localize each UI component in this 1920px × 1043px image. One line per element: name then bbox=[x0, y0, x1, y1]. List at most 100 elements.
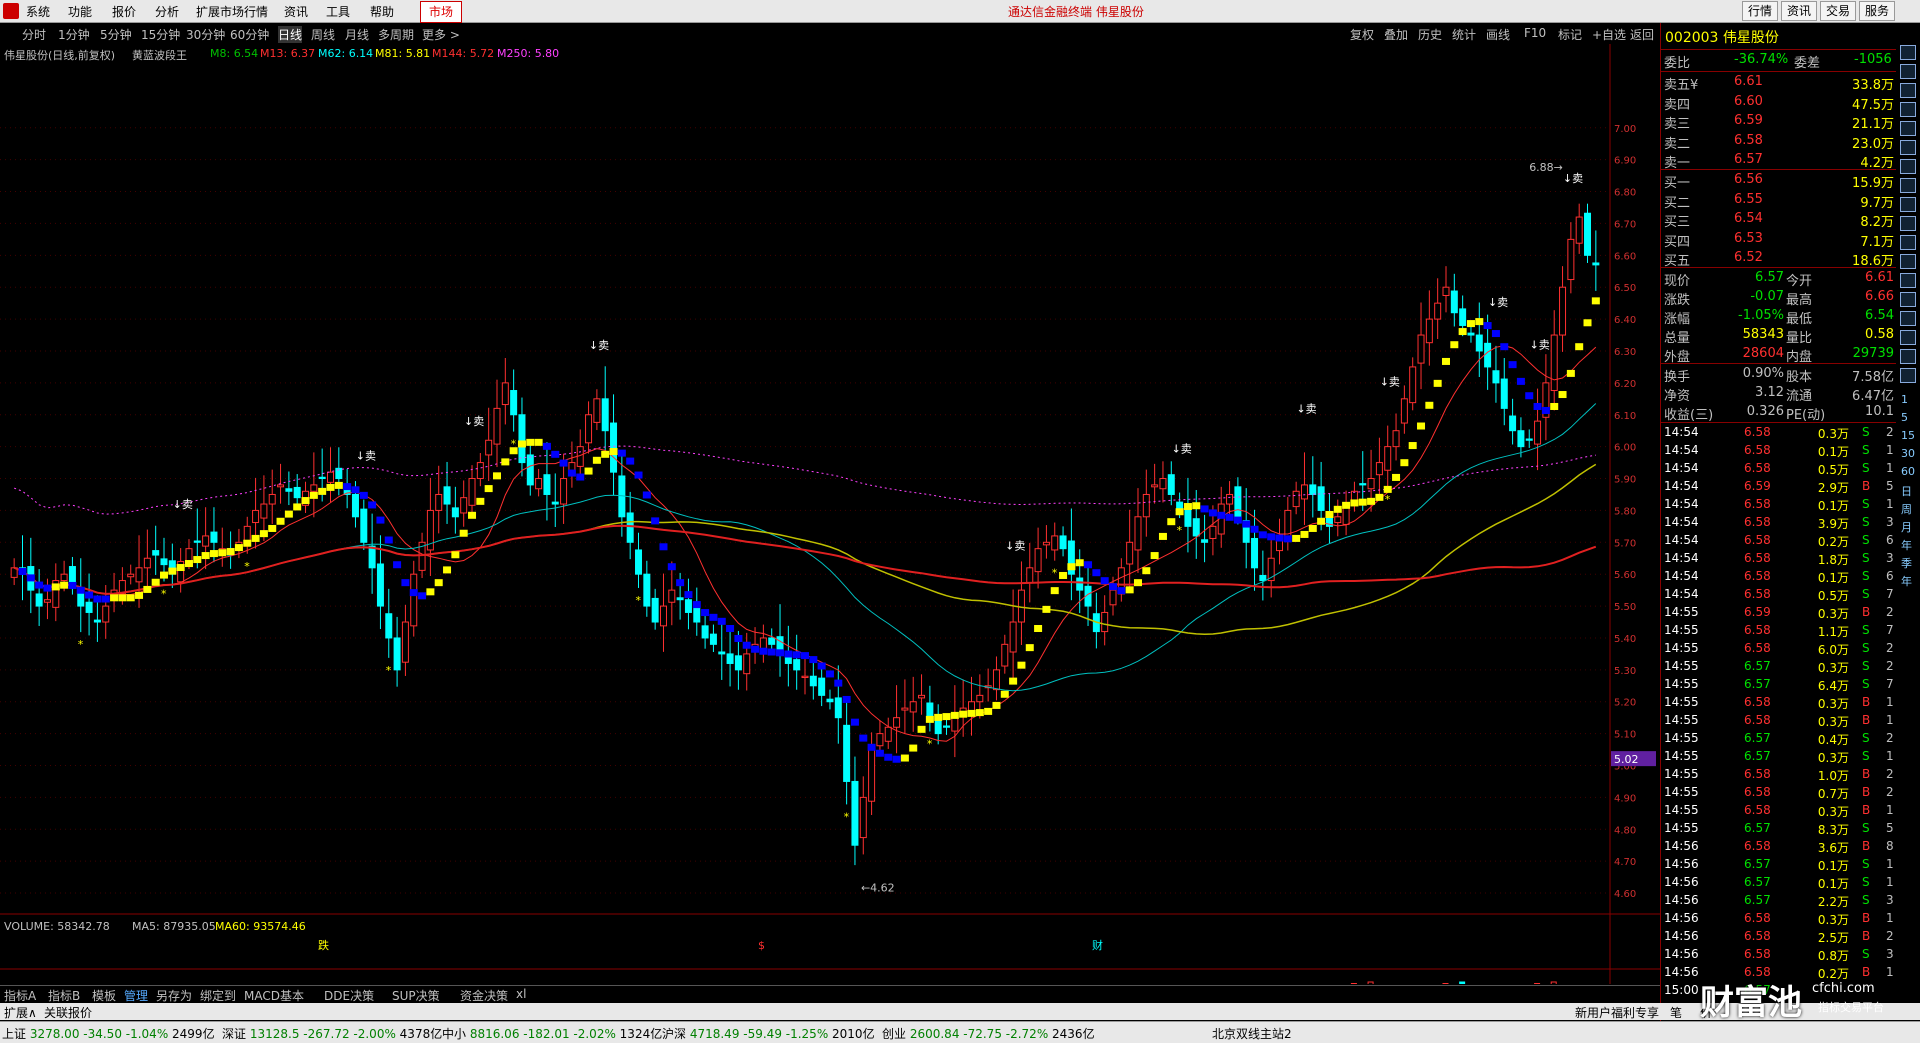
period-30min[interactable]: 30分钟 bbox=[186, 26, 225, 43]
side-tool-icon[interactable] bbox=[1900, 197, 1916, 212]
side-period-button[interactable]: 60 bbox=[1901, 465, 1915, 478]
indicator-tab[interactable]: MACD基本 bbox=[244, 987, 304, 1004]
side-tool-icon[interactable] bbox=[1900, 83, 1916, 98]
indicator-tab[interactable]: SUP决策 bbox=[392, 987, 440, 1004]
add-favorite-button[interactable]: +自选 bbox=[1592, 26, 1626, 43]
news-button[interactable]: 资讯 bbox=[1781, 1, 1818, 21]
side-tool-icon[interactable] bbox=[1900, 311, 1916, 326]
formula-label[interactable]: 黄蓝波段王 bbox=[132, 47, 187, 63]
side-period-button[interactable]: 年 bbox=[1901, 537, 1912, 553]
history-button[interactable]: 历史 bbox=[1418, 26, 1442, 43]
sell-level-row[interactable]: 卖五¥ 6.61 33.8万 bbox=[1664, 73, 1894, 93]
period-5min[interactable]: 5分钟 bbox=[100, 26, 132, 43]
side-tool-icon[interactable] bbox=[1900, 64, 1916, 79]
side-period-button[interactable]: 季 bbox=[1901, 555, 1912, 571]
menu-help[interactable]: 帮助 bbox=[370, 3, 394, 20]
side-period-button[interactable]: 5 bbox=[1901, 411, 1908, 424]
tick-price: 6.59 bbox=[1744, 479, 1771, 493]
trade-button[interactable]: 交易 bbox=[1820, 1, 1857, 21]
index-quote[interactable]: 创业 2600.84 -72.75 -2.72% 2436亿 bbox=[882, 1025, 1095, 1042]
menu-analysis[interactable]: 分析 bbox=[155, 3, 179, 20]
side-tool-icon[interactable] bbox=[1900, 216, 1916, 231]
indicator-tab[interactable]: 绑定到 bbox=[200, 987, 236, 1004]
indicator-tab[interactable]: 模板 bbox=[92, 987, 116, 1004]
mark-button[interactable]: 标记 bbox=[1558, 26, 1582, 43]
indicator-tab[interactable]: 管理 bbox=[124, 987, 148, 1004]
candle-body bbox=[285, 488, 293, 492]
index-quote[interactable]: 上证 3278.00 -34.50 -1.04% 2499亿 bbox=[2, 1025, 215, 1042]
indicator-tab[interactable]: 指标A bbox=[4, 987, 36, 1004]
indicator-tab[interactable]: 另存为 bbox=[156, 987, 192, 1004]
menu-system[interactable]: 系统 bbox=[26, 3, 50, 20]
index-quote[interactable]: 深证 13128.5 -267.72 -2.00% 4378亿 bbox=[222, 1025, 442, 1042]
side-period-button[interactable]: 1 bbox=[1901, 393, 1908, 406]
buy-level-row[interactable]: 买三 6.54 8.2万 bbox=[1664, 210, 1894, 230]
buy-level-row[interactable]: 买四 6.53 7.1万 bbox=[1664, 230, 1894, 250]
indicator-tab[interactable]: 指标B bbox=[48, 987, 80, 1004]
side-period-button[interactable]: 年 bbox=[1901, 573, 1912, 589]
side-tool-icon[interactable] bbox=[1900, 330, 1916, 345]
related-quote-button[interactable]: 关联报价 bbox=[44, 1004, 92, 1021]
service-button[interactable]: 服务 bbox=[1859, 1, 1896, 21]
period-day[interactable]: 日线 bbox=[278, 26, 303, 43]
indicator-tab[interactable]: xl bbox=[516, 987, 526, 1001]
side-tool-icon[interactable] bbox=[1900, 349, 1916, 364]
indicator-tab[interactable]: 资金决策 bbox=[460, 987, 508, 1004]
side-period-button[interactable]: 30 bbox=[1901, 447, 1915, 460]
side-tool-icon[interactable] bbox=[1900, 254, 1916, 269]
buy-level-row[interactable]: 买二 6.55 9.7万 bbox=[1664, 191, 1894, 211]
market-tab[interactable]: 市场 bbox=[420, 1, 463, 23]
stats-button[interactable]: 统计 bbox=[1452, 26, 1476, 43]
side-tool-icon[interactable] bbox=[1900, 292, 1916, 307]
side-period-button[interactable]: 周 bbox=[1901, 501, 1912, 517]
buy-level-row[interactable]: 买五 6.52 18.6万 bbox=[1664, 249, 1894, 269]
expand-button[interactable]: 扩展∧ bbox=[4, 1004, 37, 1021]
overlay-button[interactable]: 叠加 bbox=[1384, 26, 1408, 43]
index-quote[interactable]: 沪深 4718.49 -59.49 -1.25% 2010亿 bbox=[662, 1025, 875, 1042]
fuquan-button[interactable]: 复权 bbox=[1350, 26, 1374, 43]
tick-side: S bbox=[1862, 749, 1870, 763]
side-tool-icon[interactable] bbox=[1900, 235, 1916, 250]
side-tool-icon[interactable] bbox=[1900, 102, 1916, 117]
market-button[interactable]: 行情 bbox=[1742, 1, 1779, 21]
period-fenshi[interactable]: 分时 bbox=[22, 26, 46, 43]
tick-time: 14:54 bbox=[1664, 461, 1699, 475]
side-tool-icon[interactable] bbox=[1900, 45, 1916, 60]
buy-level-row[interactable]: 买一 6.56 15.9万 bbox=[1664, 171, 1894, 191]
back-button[interactable]: 返回 bbox=[1630, 26, 1654, 43]
side-period-button[interactable]: 日 bbox=[1901, 483, 1912, 499]
wave-band-block bbox=[534, 438, 543, 446]
menu-function[interactable]: 功能 bbox=[68, 3, 92, 20]
period-15min[interactable]: 15分钟 bbox=[141, 26, 180, 43]
side-tool-icon[interactable] bbox=[1900, 140, 1916, 155]
side-period-button[interactable]: 15 bbox=[1901, 429, 1915, 442]
index-quote[interactable]: 中小 8816.06 -182.01 -2.02% 1324亿 bbox=[442, 1025, 662, 1042]
period-multi[interactable]: 多周期 bbox=[378, 26, 414, 43]
menu-ext-market[interactable]: 扩展市场行情 bbox=[196, 3, 268, 20]
side-period-button[interactable]: 月 bbox=[1901, 519, 1912, 535]
indicator-tab[interactable]: DDE决策 bbox=[324, 987, 374, 1004]
menu-news[interactable]: 资讯 bbox=[284, 3, 308, 20]
bi-button[interactable]: 笔 bbox=[1670, 1004, 1682, 1021]
side-tool-icon[interactable] bbox=[1900, 178, 1916, 193]
f10-button[interactable]: F10 bbox=[1524, 26, 1546, 40]
period-1min[interactable]: 1分钟 bbox=[58, 26, 90, 43]
sell-level-row[interactable]: 卖一 6.57 4.2万 bbox=[1664, 151, 1894, 171]
period-60min[interactable]: 60分钟 bbox=[230, 26, 269, 43]
period-more[interactable]: 更多 > bbox=[422, 26, 460, 43]
side-tool-icon[interactable] bbox=[1900, 159, 1916, 174]
menu-quote[interactable]: 报价 bbox=[112, 3, 136, 20]
menu-tools[interactable]: 工具 bbox=[326, 3, 350, 20]
draw-button[interactable]: 画线 bbox=[1486, 26, 1510, 43]
sell-level-row[interactable]: 卖三 6.59 21.1万 bbox=[1664, 112, 1894, 132]
period-week[interactable]: 周线 bbox=[311, 26, 335, 43]
side-tool-icon[interactable] bbox=[1900, 121, 1916, 136]
wave-band-block bbox=[368, 501, 377, 509]
side-tool-icon[interactable] bbox=[1900, 273, 1916, 288]
new-user-promo[interactable]: 新用户福利专享 bbox=[1575, 1004, 1659, 1021]
kline-chart[interactable]: 7.00 6.90 6.80 6.70 6.60 6.50 6.40 6.30 6.20 6.10… bbox=[0, 44, 1660, 984]
side-tool-icon[interactable] bbox=[1900, 368, 1916, 383]
sell-level-row[interactable]: 卖四 6.60 47.5万 bbox=[1664, 93, 1894, 113]
sell-level-row[interactable]: 卖二 6.58 23.0万 bbox=[1664, 132, 1894, 152]
period-month[interactable]: 月线 bbox=[345, 26, 369, 43]
